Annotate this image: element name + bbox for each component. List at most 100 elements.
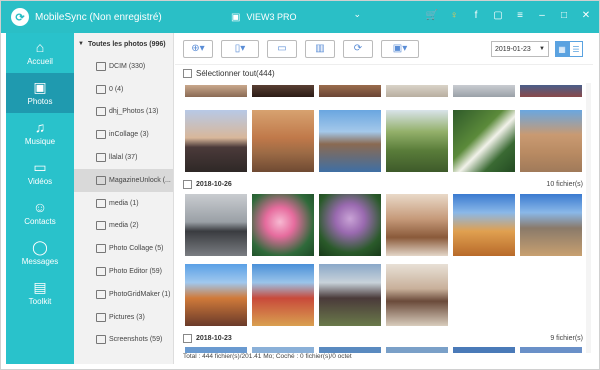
app-logo-icon: ⟳ [11,8,29,26]
toolkit-icon: ▤ [33,279,47,295]
album-item[interactable]: PhotoGridMaker (1) [74,283,173,306]
export-to-pc-button[interactable]: ▭ [267,39,297,58]
nav-item-messages[interactable]: ◯ Messages [6,233,74,273]
photos-icon: ▣ [33,79,47,95]
sidebar-nav: ⌂ Accueil ▣ Photos ♫ Musique ▭ Vidéos ☺ … [6,33,74,364]
nav-item-videos[interactable]: ▭ Vidéos [6,153,74,193]
select-all-checkbox[interactable] [183,69,192,78]
close-icon[interactable]: ✕ [579,9,593,23]
video-icon: ▭ [33,159,47,175]
facebook-icon[interactable]: f [469,9,483,23]
date-select[interactable]: 2019-01-23 ▼ [491,41,549,57]
album-label: inCollage (3) [109,131,149,139]
contacts-icon: ☺ [32,199,48,215]
album-item[interactable]: Pictures (3) [74,306,173,329]
messages-icon: ◯ [32,239,48,255]
album-item[interactable]: llalal (37) [74,146,173,169]
vertical-scrollbar[interactable] [586,83,591,353]
photo-thumbnail[interactable] [386,264,448,326]
album-item[interactable]: media (2) [74,215,173,238]
album-label: PhotoGridMaker (1) [109,290,171,298]
photo-thumbnail[interactable] [252,110,314,172]
photo-thumbnail[interactable] [453,347,515,353]
export-button[interactable]: ▯▾ [221,39,259,58]
nav-item-musique[interactable]: ♫ Musique [6,113,74,153]
photo-thumbnail[interactable] [386,347,448,353]
nav-item-photos[interactable]: ▣ Photos [6,73,74,113]
nav-label: Messages [21,257,59,266]
folder-icon [96,244,106,254]
folder-icon [96,221,106,231]
photo-thumbnail[interactable] [185,110,247,172]
nav-label: Accueil [27,57,53,66]
add-button[interactable]: ⊕▾ [183,39,213,58]
photo-thumbnail[interactable] [319,264,381,326]
app-title: MobileSync (Non enregistré) [35,11,162,23]
photo-thumbnail[interactable] [520,85,582,97]
delete-button[interactable]: ▥ [305,39,335,58]
all-photos-header[interactable]: ▼ Toutes les photos (996) [74,33,173,55]
app-window: ⟳ MobileSync (Non enregistré) ▣ VIEW3 PR… [0,0,600,370]
photo-thumbnail[interactable] [453,194,515,256]
photo-thumbnail[interactable] [453,110,515,172]
group-count: 10 fichier(s) [546,180,583,188]
group-date: 2018-10-23 [196,334,232,342]
album-label: DCIM (330) [109,62,146,70]
status-bar: Total : 444 fichier(s)/201.41 Mo; Coché … [183,353,352,360]
album-item[interactable]: media (1) [74,192,173,215]
photo-thumbnail[interactable] [319,110,381,172]
photo-thumbnail[interactable] [520,194,582,256]
maximize-icon[interactable]: □ [557,9,571,23]
chat-icon[interactable]: ▢ [491,9,505,23]
album-item[interactable]: inCollage (3) [74,123,173,146]
photo-thumbnail[interactable] [185,194,247,256]
grid-view-icon[interactable]: ▦ [555,41,569,57]
photo-thumbnail[interactable] [520,347,582,353]
photo-thumbnail[interactable] [386,194,448,256]
list-view-icon[interactable]: ☰ [569,41,583,57]
menu-icon[interactable]: ≡ [513,9,527,23]
folder-icon [96,84,106,94]
album-label: 0 (4) [109,85,124,93]
refresh-button[interactable]: ⟳ [343,39,373,58]
all-photos-label: Toutes les photos (996) [87,40,166,48]
album-item[interactable]: Photo Collage (5) [74,237,173,260]
device-selector[interactable]: ▣ VIEW3 PRO ⌄ [231,8,361,26]
minimize-icon[interactable]: – [535,9,549,23]
photo-thumbnail[interactable] [386,85,448,97]
photo-thumbnail[interactable] [185,264,247,326]
date-group-header: 2018-10-26 10 fichier(s) [183,177,583,191]
album-item[interactable]: DCIM (330) [74,55,173,78]
album-label: Screenshots (59) [109,336,163,344]
album-label: media (2) [109,222,139,230]
photo-thumbnail[interactable] [252,85,314,97]
album-label: Photo Collage (5) [109,245,164,253]
photo-area: ⊕▾ ▯▾ ▭ ▥ ⟳ ▣▾ 2019-01-23 ▼ ▦ ☰ Sélectio… [175,33,593,364]
album-panel: ▼ Toutes les photos (996) DCIM (330) 0 (… [74,33,174,364]
album-item-selected[interactable]: MagazineUnlock (... [74,168,173,192]
photo-thumbnail[interactable] [386,110,448,172]
toolbox-button[interactable]: ▣▾ [381,39,419,58]
home-icon: ⌂ [35,39,45,55]
photo-thumbnail[interactable] [319,85,381,97]
nav-item-contacts[interactable]: ☺ Contacts [6,193,74,233]
photo-thumbnail[interactable] [252,264,314,326]
photo-thumbnail[interactable] [185,85,247,97]
group-checkbox[interactable] [183,333,192,343]
photo-thumbnail[interactable] [520,110,582,172]
album-item[interactable]: dhj_Photos (13) [74,101,173,124]
chevron-down-icon: ⌄ [353,9,361,19]
photo-thumbnail[interactable] [252,194,314,256]
group-checkbox[interactable] [183,179,192,189]
key-icon[interactable]: ♀ [447,9,461,23]
album-item[interactable]: Photo Editor (59) [74,260,173,283]
photo-thumbnail[interactable] [453,85,515,97]
nav-item-toolkit[interactable]: ▤ Toolkit [6,273,74,313]
album-item[interactable]: Screenshots (59) [74,329,173,352]
folder-icon [96,175,106,185]
photo-thumbnail[interactable] [319,194,381,256]
album-item[interactable]: 0 (4) [74,78,173,101]
nav-item-accueil[interactable]: ⌂ Accueil [6,33,74,73]
cart-icon[interactable]: 🛒 [425,9,439,23]
select-all[interactable]: Sélectionner tout(444) [183,69,275,78]
